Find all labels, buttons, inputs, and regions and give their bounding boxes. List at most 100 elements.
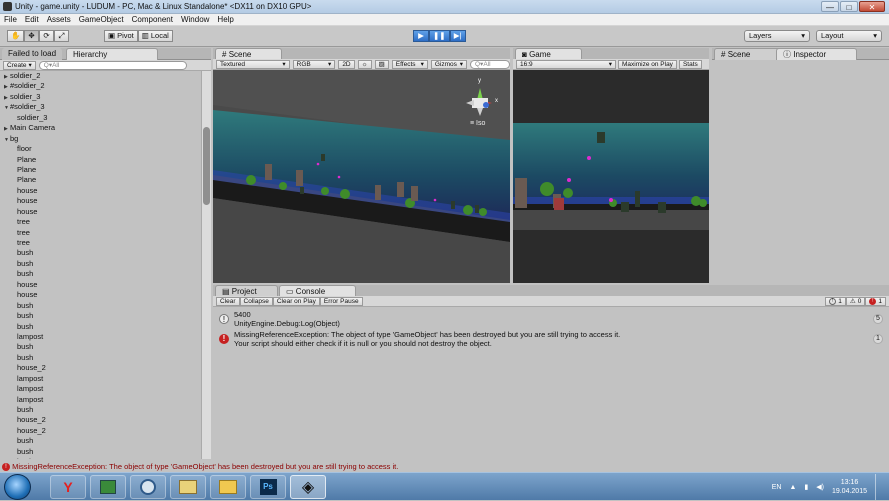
menu-window[interactable]: Window — [177, 15, 213, 24]
hierarchy-item[interactable]: tree — [2, 228, 201, 238]
hierarchy-item[interactable]: lampost — [2, 332, 201, 342]
tab-hierarchy[interactable]: Hierarchy — [66, 48, 159, 60]
menu-file[interactable]: File — [0, 15, 21, 24]
hierarchy-item[interactable]: house_2 — [2, 426, 201, 436]
step-button[interactable]: ▶| — [449, 30, 466, 42]
menu-component[interactable]: Component — [128, 15, 177, 24]
hierarchy-item[interactable]: bush — [2, 248, 201, 258]
hierarchy-item[interactable]: house_2 — [2, 363, 201, 373]
hierarchy-item[interactable]: bush — [2, 322, 201, 332]
hierarchy-item[interactable]: house — [2, 290, 201, 300]
hierarchy-item[interactable]: house_2 — [2, 415, 201, 425]
hierarchy-item[interactable]: tree — [2, 217, 201, 227]
hierarchy-item[interactable]: soldier_3 — [2, 113, 201, 123]
menu-help[interactable]: Help — [213, 15, 237, 24]
error-entry[interactable]: ! MissingReferenceException: The object … — [216, 330, 886, 349]
hierarchy-item[interactable]: house — [2, 280, 201, 290]
scene-viewport[interactable]: y x ≡ Iso — [213, 70, 510, 283]
pivot-toggle[interactable]: ▣ Pivot — [104, 30, 138, 42]
log-filter-toggle[interactable]: ! 1 — [825, 296, 846, 306]
collapse-toggle[interactable]: Collapse — [239, 296, 273, 306]
hierarchy-item[interactable]: bush — [2, 405, 201, 415]
hierarchy-item[interactable]: ▶ soldier_3 — [2, 92, 201, 102]
hierarchy-search-input[interactable]: Q▾All — [38, 60, 187, 70]
mode-2d-toggle[interactable]: 2D — [338, 59, 355, 69]
move-tool-button[interactable]: ✥ — [24, 30, 40, 42]
gizmos-dropdown[interactable]: Gizmos ▾ — [430, 59, 467, 69]
hierarchy-item[interactable]: ▶ Main Camera — [2, 123, 201, 133]
shading-dropdown[interactable]: Textured ▾ — [216, 59, 290, 69]
layout-dropdown[interactable]: Layout ▾ — [816, 30, 882, 42]
network-icon[interactable]: ▮ — [804, 483, 808, 491]
audio-toggle[interactable]: ▨ — [374, 59, 389, 69]
start-button[interactable] — [4, 474, 31, 500]
hierarchy-item[interactable]: bush — [2, 457, 201, 459]
tab-failed-to-load[interactable]: Failed to load — [2, 48, 63, 60]
close-button[interactable]: ✕ — [859, 1, 885, 12]
taskbar-explorer[interactable] — [210, 475, 246, 499]
hierarchy-item[interactable]: ▶ #soldier_2 — [2, 81, 201, 91]
play-button[interactable]: ▶ — [413, 30, 429, 42]
menu-assets[interactable]: Assets — [43, 15, 75, 24]
hand-tool-button[interactable]: ✋ — [7, 30, 25, 42]
show-desktop-button[interactable] — [875, 474, 883, 500]
lighting-toggle[interactable]: ☼ — [357, 59, 372, 69]
hierarchy-item[interactable]: bush — [2, 436, 201, 446]
tray-apps-icon[interactable]: ▲ — [789, 484, 796, 491]
taskbar-yandex-browser[interactable]: Y — [50, 475, 86, 499]
hierarchy-item[interactable]: bush — [2, 301, 201, 311]
error-filter-toggle[interactable]: ! 1 — [865, 296, 886, 306]
hierarchy-item[interactable]: bush — [2, 269, 201, 279]
clock[interactable]: 13:16 19.04.2015 — [832, 478, 867, 496]
game-viewport[interactable] — [513, 70, 709, 283]
taskbar-app-3[interactable] — [130, 475, 166, 499]
menu-edit[interactable]: Edit — [21, 15, 43, 24]
clear-on-play-toggle[interactable]: Clear on Play — [272, 296, 320, 306]
effects-dropdown[interactable]: Effects ▾ — [391, 59, 428, 69]
tab-inspector[interactable]: ⓘ Inspector — [776, 48, 858, 60]
log-entry[interactable]: ! 5400 UnityEngine.Debug:Log(Object) 5 — [216, 310, 886, 329]
render-mode-dropdown[interactable]: RGB ▾ — [292, 59, 336, 69]
status-bar[interactable]: ! MissingReferenceException: The object … — [0, 461, 889, 472]
language-indicator[interactable]: EN — [772, 484, 782, 491]
error-pause-toggle[interactable]: Error Pause — [319, 296, 363, 306]
scrollbar-thumb[interactable] — [203, 127, 210, 205]
pause-button[interactable]: ❚❚ — [429, 30, 450, 42]
hierarchy-item[interactable]: bush — [2, 342, 201, 352]
aspect-dropdown[interactable]: 16:9 ▾ — [516, 59, 616, 69]
taskbar-app-2[interactable] — [90, 475, 126, 499]
hierarchy-item[interactable]: bush — [2, 353, 201, 363]
scene-search-input[interactable]: Q▾All — [470, 59, 510, 69]
maximize-on-play-toggle[interactable]: Maximize on Play — [618, 59, 677, 69]
create-dropdown[interactable]: Create ▾ — [3, 60, 36, 70]
hierarchy-scrollbar[interactable] — [201, 71, 211, 459]
taskbar-photoshop[interactable]: Ps — [250, 475, 286, 499]
hierarchy-item[interactable]: bush — [2, 311, 201, 321]
hierarchy-item[interactable]: ▶ soldier_2 — [2, 71, 201, 81]
rotate-tool-button[interactable]: ⟳ — [39, 30, 55, 42]
hierarchy-item[interactable]: lampost — [2, 374, 201, 384]
hierarchy-item[interactable]: house — [2, 196, 201, 206]
menu-gameobject[interactable]: GameObject — [75, 15, 128, 24]
scale-tool-button[interactable]: ⤢ — [54, 30, 70, 42]
hierarchy-item[interactable]: Plane — [2, 175, 201, 185]
hierarchy-item[interactable]: tree — [2, 238, 201, 248]
warning-filter-toggle[interactable]: ⚠ 0 — [845, 296, 866, 306]
layers-dropdown[interactable]: Layers ▾ — [744, 30, 810, 42]
hierarchy-item[interactable]: lampost — [2, 384, 201, 394]
stats-toggle[interactable]: Stats — [678, 59, 702, 69]
tab-scene-secondary[interactable]: # Scene — [714, 48, 782, 60]
local-toggle[interactable]: ▥ Local — [137, 30, 173, 42]
minimize-button[interactable]: — — [821, 1, 839, 12]
maximize-button[interactable]: □ — [840, 1, 858, 12]
hierarchy-item[interactable]: Plane — [2, 155, 201, 165]
volume-icon[interactable]: ◀) — [816, 483, 824, 491]
hierarchy-item[interactable]: floor — [2, 144, 201, 154]
hierarchy-item[interactable]: ▼#soldier_3 — [2, 102, 201, 112]
scene-orientation-gizmo[interactable]: y x ≡ Iso — [458, 78, 503, 128]
hierarchy-item[interactable]: house — [2, 186, 201, 196]
hierarchy-item[interactable]: bush — [2, 447, 201, 457]
hierarchy-item[interactable]: bush — [2, 259, 201, 269]
taskbar-unity[interactable]: ◈ — [290, 475, 326, 499]
hierarchy-item[interactable]: Plane — [2, 165, 201, 175]
